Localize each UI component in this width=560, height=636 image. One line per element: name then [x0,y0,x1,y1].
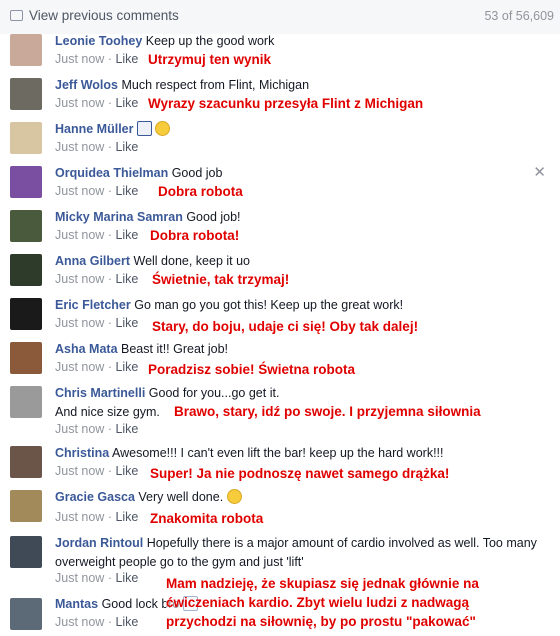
like-link[interactable]: Like [115,464,138,478]
commenter-name[interactable]: Micky Marina Samran [55,210,183,224]
commenter-name[interactable]: Hanne Müller [55,122,134,136]
view-previous-label: View previous comments [29,8,179,23]
translation-overlay: Brawo, stary, idź po swoje. I przyjemna … [174,404,481,419]
comment-time: Just now [55,272,105,286]
avatar[interactable] [10,490,42,522]
translation-overlay: Utrzymuj ten wynik [148,52,272,67]
comment-time: Just now [55,571,105,585]
avatar[interactable] [10,34,42,66]
comment-time: Just now [55,228,105,242]
like-link[interactable]: Like [115,52,138,66]
avatar[interactable] [10,536,42,568]
translation-line: ćwiczeniach kardio. Zbyt wielu ludzi z n… [166,595,470,610]
comment-time: Just now [55,96,105,110]
like-link[interactable]: Like [115,422,138,436]
comment-text: Very well done. [138,490,224,504]
avatar[interactable] [10,298,42,330]
comments-header: View previous comments 53 of 56,609 [0,0,560,34]
commenter-name[interactable]: Anna Gilbert [55,254,130,268]
like-link[interactable]: Like [115,140,138,154]
like-link[interactable]: Like [115,228,138,242]
comment-text: Good job [171,166,223,180]
comment-time: Just now [55,360,105,374]
translation-overlay: Super! Ja nie podnoszę nawet samego drąż… [150,466,450,481]
wink-emoji-icon [155,121,171,136]
comment-text: Go man go you got this! Keep up the grea… [134,298,404,312]
like-link[interactable]: Like [115,571,138,585]
translation-overlay: Dobra robota [158,184,243,199]
translation-line: Mam nadzieję, że skupiasz się jednak głó… [166,576,479,591]
like-link[interactable]: Like [115,96,138,110]
thumbs-up-icon [136,121,152,136]
like-link[interactable]: Like [115,316,138,330]
translation-overlay: Poradzisz sobie! Świetna robota [148,362,356,377]
comment-bubble-icon [10,10,23,21]
like-link[interactable]: Like [115,272,138,286]
avatar[interactable] [10,598,42,630]
view-previous-comments-link[interactable]: View previous comments [10,8,179,23]
commenter-name[interactable]: Asha Mata [55,342,118,356]
commenter-name[interactable]: Christina [55,446,109,460]
commenter-name[interactable]: Jordan Rintoul [55,536,143,550]
comment-time: Just now [55,184,105,198]
like-link[interactable]: Like [115,360,138,374]
like-link[interactable]: Like [115,615,138,629]
comment-text: Good for you...go get it. [148,386,280,400]
avatar[interactable] [10,386,42,418]
comment-time: Just now [55,316,105,330]
commenter-name[interactable]: Leonie Toohey [55,34,142,48]
commenter-name[interactable]: Mantas [55,597,98,611]
avatar[interactable] [10,254,42,286]
comment-text: Keep up the good work [145,34,275,48]
comment-text: Beast it!! Great job! [121,342,229,356]
commenter-name[interactable]: Eric Fletcher [55,298,131,312]
translation-overlay: Dobra robota! [150,228,240,243]
avatar[interactable] [10,166,42,198]
like-link[interactable]: Like [115,510,138,524]
comment-time: Just now [55,510,105,524]
comment-time: Just now [55,464,105,478]
commenter-name[interactable]: Chris Martinelli [55,386,145,400]
close-icon[interactable]: ✕ [533,163,546,181]
translation-overlay-block: Mam nadzieję, że skupiasz się jednak głó… [166,574,479,631]
translation-overlay: Znakomita robota [150,511,264,526]
translation-overlay: Stary, do boju, udaje ci się! Oby tak da… [152,319,419,334]
comment-text: Awesome!!! I can't even lift the bar! ke… [111,446,444,460]
avatar[interactable] [10,122,42,154]
avatar[interactable] [10,210,42,242]
smile-emoji-icon [226,489,242,504]
like-link[interactable]: Like [115,184,138,198]
commenter-name[interactable]: Jeff Wolos [55,78,118,92]
comment-time: Just now [55,140,105,154]
comment-time: Just now [55,615,105,629]
translation-line: przychodzi na siłownię, by po prostu "pa… [166,614,476,629]
commenter-name[interactable]: Orquidea Thielman [55,166,168,180]
comment-text-line2: And nice size gym. [55,405,160,419]
translation-overlay: Wyrazy szacunku przesyła Flint z Michiga… [148,96,424,111]
comment-text: Well done, keep it uo [133,254,251,268]
comment-text: Good job! [186,210,241,224]
comment-time: Just now [55,52,105,66]
comment-count: 53 of 56,609 [484,9,554,23]
avatar[interactable] [10,342,42,374]
comment-text: Much respect from Flint, Michigan [121,78,310,92]
avatar[interactable] [10,78,42,110]
commenter-name[interactable]: Gracie Gasca [55,490,135,504]
comment-time: Just now [55,422,105,436]
translation-overlay: Świetnie, tak trzymaj! [152,272,290,287]
avatar[interactable] [10,446,42,478]
